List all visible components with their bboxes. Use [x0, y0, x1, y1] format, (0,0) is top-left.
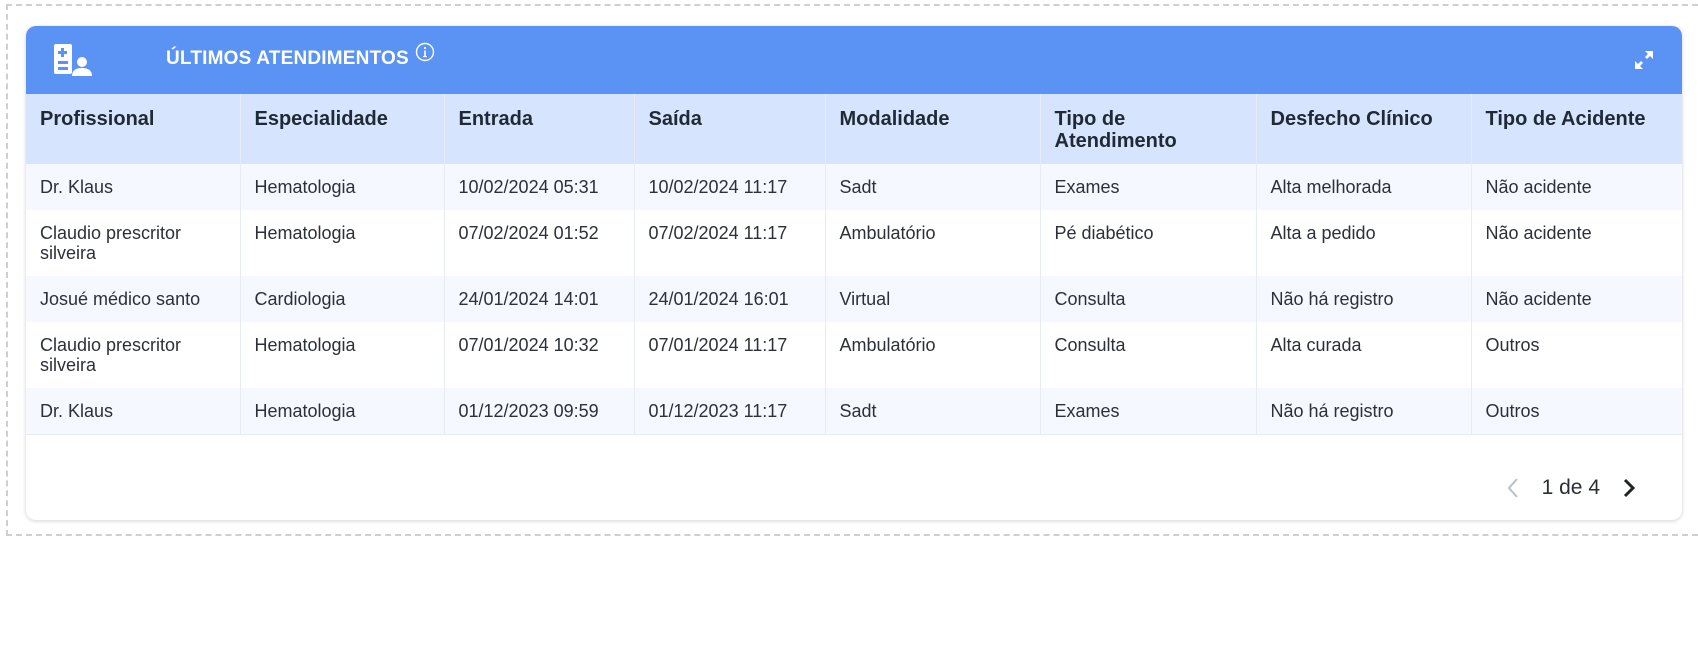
cell-tipo-acidente: Não acidente: [1470, 164, 1682, 210]
table-row[interactable]: Dr. Klaus Hematologia 01/12/2023 09:59 0…: [26, 388, 1682, 435]
cell-modalidade: Ambulatório: [824, 322, 1040, 388]
cell-entrada: 07/02/2024 01:52: [443, 210, 634, 276]
cell-entrada: 07/01/2024 10:32: [443, 322, 634, 388]
cell-desfecho-clinico: Não há registro: [1255, 388, 1471, 435]
cell-tipo-acidente: Não acidente: [1470, 276, 1682, 322]
pagination-label: 1 de 4: [1541, 476, 1600, 499]
cell-tipo-acidente: Outros: [1470, 388, 1682, 435]
cell-tipo-atendimento: Exames: [1039, 388, 1256, 435]
cell-modalidade: Ambulatório: [824, 210, 1040, 276]
cell-profissional: Josué médico santo: [26, 276, 240, 322]
column-header-entrada[interactable]: Entrada: [443, 94, 634, 164]
cell-tipo-atendimento: Pé diabético: [1039, 210, 1256, 276]
cell-especialidade: Hematologia: [239, 388, 444, 435]
column-header-tipo-atendimento[interactable]: Tipo de Atendimento: [1039, 94, 1256, 164]
cell-tipo-atendimento: Consulta: [1039, 276, 1256, 322]
cell-modalidade: Sadt: [824, 164, 1040, 210]
table-header-row: Profissional Especialidade Entrada Saída…: [26, 94, 1682, 164]
cell-modalidade: Virtual: [824, 276, 1040, 322]
column-header-especialidade[interactable]: Especialidade: [239, 94, 444, 164]
table-row[interactable]: Josué médico santo Cardiologia 24/01/202…: [26, 276, 1682, 322]
cell-saida: 10/02/2024 11:17: [633, 164, 825, 210]
cell-saida: 07/02/2024 11:17: [633, 210, 825, 276]
cell-entrada: 01/12/2023 09:59: [443, 388, 634, 435]
table-row[interactable]: Claudio prescritor silveira Hematologia …: [26, 322, 1682, 388]
panel-title: ÚLTIMOS ATENDIMENTOS: [166, 48, 409, 69]
cell-especialidade: Cardiologia: [239, 276, 444, 322]
column-header-modalidade[interactable]: Modalidade: [824, 94, 1040, 164]
cell-modalidade: Sadt: [824, 388, 1040, 435]
pagination-prev-button[interactable]: [1502, 477, 1524, 499]
chevron-right-icon: [1623, 478, 1636, 498]
column-header-desfecho-clinico[interactable]: Desfecho Clínico: [1255, 94, 1471, 164]
info-circle-icon[interactable]: [415, 42, 435, 62]
cell-tipo-atendimento: Exames: [1039, 164, 1256, 210]
cell-desfecho-clinico: Alta a pedido: [1255, 210, 1471, 276]
latest-appointments-card: ÚLTIMOS ATENDIMENTOS Profissional Especi…: [26, 26, 1682, 520]
cell-saida: 24/01/2024 16:01: [633, 276, 825, 322]
appointments-table: Profissional Especialidade Entrada Saída…: [26, 94, 1682, 435]
cell-tipo-acidente: Outros: [1470, 322, 1682, 388]
column-header-profissional[interactable]: Profissional: [26, 94, 240, 164]
cell-desfecho-clinico: Não há registro: [1255, 276, 1471, 322]
cell-profissional: Claudio prescritor silveira: [26, 322, 240, 388]
cell-desfecho-clinico: Alta melhorada: [1255, 164, 1471, 210]
cell-profissional: Dr. Klaus: [26, 388, 240, 435]
cell-profissional: Claudio prescritor silveira: [26, 210, 240, 276]
card-header: ÚLTIMOS ATENDIMENTOS: [26, 26, 1682, 94]
cell-especialidade: Hematologia: [239, 322, 444, 388]
cell-especialidade: Hematologia: [239, 210, 444, 276]
column-header-saida[interactable]: Saída: [633, 94, 825, 164]
column-header-tipo-acidente[interactable]: Tipo de Acidente: [1470, 94, 1682, 164]
table-row[interactable]: Claudio prescritor silveira Hematologia …: [26, 210, 1682, 276]
cell-tipo-atendimento: Consulta: [1039, 322, 1256, 388]
pagination: 1 de 4: [1502, 470, 1640, 506]
cell-saida: 07/01/2024 11:17: [633, 322, 825, 388]
chevron-left-icon: [1507, 478, 1518, 498]
pagination-next-button[interactable]: [1618, 477, 1640, 499]
cell-especialidade: Hematologia: [239, 164, 444, 210]
cell-desfecho-clinico: Alta curada: [1255, 322, 1471, 388]
cell-saida: 01/12/2023 11:17: [633, 388, 825, 435]
cell-entrada: 10/02/2024 05:31: [443, 164, 634, 210]
expand-arrows-icon[interactable]: [1632, 48, 1656, 72]
cell-profissional: Dr. Klaus: [26, 164, 240, 210]
table-row[interactable]: Dr. Klaus Hematologia 10/02/2024 05:31 1…: [26, 164, 1682, 210]
cell-tipo-acidente: Não acidente: [1470, 210, 1682, 276]
cell-entrada: 24/01/2024 14:01: [443, 276, 634, 322]
medical-report-person-icon: [54, 44, 92, 76]
